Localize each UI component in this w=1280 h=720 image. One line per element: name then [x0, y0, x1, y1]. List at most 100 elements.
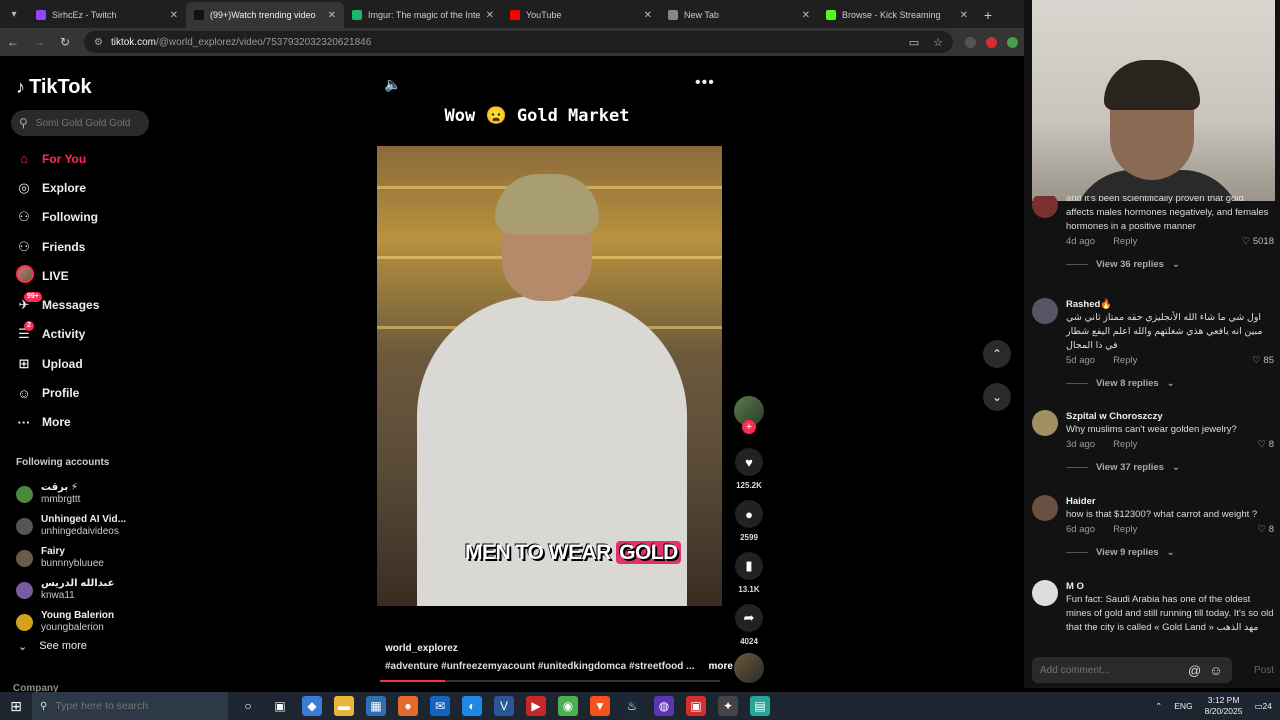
- extension-green-icon[interactable]: [1007, 36, 1018, 48]
- comment-like-button[interactable]: ♡ 8: [1258, 524, 1274, 535]
- share-button[interactable]: ➦ 4024: [733, 604, 765, 646]
- following-account[interactable]: Unhinged AI Vid... unhingedaivideos: [16, 510, 126, 542]
- taskbar-search[interactable]: ⚲: [32, 692, 228, 720]
- search-input[interactable]: [35, 117, 136, 129]
- brave-icon[interactable]: ▼: [590, 696, 610, 716]
- commenter-name[interactable]: Szpital w Choroszczy: [1066, 410, 1274, 423]
- see-more-button[interactable]: ⌄ See more: [18, 640, 87, 653]
- commenter-avatar[interactable]: [1032, 196, 1058, 218]
- more-options-icon[interactable]: •••: [695, 74, 715, 92]
- follow-plus-button[interactable]: +: [742, 420, 756, 434]
- obs-icon[interactable]: ◍: [654, 696, 674, 716]
- reply-button[interactable]: Reply: [1113, 236, 1137, 247]
- site-info-icon[interactable]: ⚙: [94, 37, 103, 48]
- next-video-button[interactable]: ⌄: [983, 383, 1011, 411]
- commenter-name[interactable]: Haider: [1066, 495, 1274, 508]
- reply-button[interactable]: Reply: [1113, 439, 1137, 450]
- music-disc-avatar[interactable]: [734, 653, 764, 683]
- previous-video-button[interactable]: ⌃: [983, 340, 1011, 368]
- browser-tab[interactable]: New Tab ✕: [660, 2, 818, 28]
- extension-icon[interactable]: [965, 36, 976, 48]
- windows-start-icon[interactable]: ⊞: [0, 692, 32, 720]
- sidebar-item-upload[interactable]: ⊞ Upload: [16, 349, 99, 378]
- tab-close-icon[interactable]: ✕: [170, 10, 178, 21]
- comment-like-button[interactable]: ♡ 8: [1258, 439, 1274, 450]
- comment-like-button[interactable]: ♡ 5018: [1242, 236, 1274, 247]
- file-explorer-icon[interactable]: ▬: [334, 696, 354, 716]
- video-player[interactable]: MEN TO WEAR GOLD: [377, 146, 722, 606]
- app-icon[interactable]: ✦: [718, 696, 738, 716]
- commenter-name[interactable]: Rashed🔥: [1066, 298, 1274, 311]
- reply-button[interactable]: Reply: [1113, 524, 1137, 535]
- cortana-icon[interactable]: ○: [238, 696, 258, 716]
- tab-close-icon[interactable]: ✕: [960, 10, 968, 21]
- description-more-button[interactable]: more: [709, 661, 733, 672]
- commenter-avatar[interactable]: [1032, 298, 1058, 324]
- new-tab-button[interactable]: +: [976, 2, 1000, 28]
- following-account[interactable]: Fairy bunnnybluuee: [16, 542, 126, 574]
- url-field[interactable]: ⚙ tiktok.com/@world_explorez/video/75379…: [84, 31, 953, 53]
- following-account[interactable]: Young Balerion youngbalerion: [16, 606, 126, 638]
- steam-icon[interactable]: ♨: [622, 696, 642, 716]
- reload-icon[interactable]: ↻: [58, 35, 72, 49]
- taskbar-search-input[interactable]: [55, 700, 176, 712]
- media-icon[interactable]: ▶: [526, 696, 546, 716]
- commenter-avatar[interactable]: [1032, 580, 1058, 606]
- browser-tab[interactable]: Browse - Kick Streaming ✕: [818, 2, 976, 28]
- browser-tab[interactable]: SirhcEz - Twitch ✕: [28, 2, 186, 28]
- sidebar-item-for-you[interactable]: ⌂ For You: [16, 144, 99, 173]
- view-replies-button[interactable]: View 37 replies ⌄: [1066, 462, 1274, 473]
- chrome-icon[interactable]: ◉: [558, 696, 578, 716]
- sidebar-item-following[interactable]: ⚇ Following: [16, 203, 99, 232]
- cast-icon[interactable]: ▭: [909, 36, 919, 49]
- commenter-avatar[interactable]: [1032, 495, 1058, 521]
- commenter-avatar[interactable]: [1032, 410, 1058, 436]
- task-view-icon[interactable]: ▣: [270, 696, 290, 716]
- sidebar-item-more[interactable]: ··· More: [16, 408, 99, 437]
- video-username[interactable]: world_explorez: [385, 643, 458, 654]
- tab-close-icon[interactable]: ✕: [802, 10, 810, 21]
- sidebar-item-messages[interactable]: ✈ 99+ Messages: [16, 290, 99, 319]
- comment-input-box[interactable]: @ ☺: [1032, 657, 1232, 683]
- comment-input[interactable]: [1040, 664, 1180, 676]
- comment-like-button[interactable]: ♡ 85: [1252, 355, 1274, 366]
- save-button[interactable]: ▮ 13.1K: [733, 552, 765, 594]
- view-replies-button[interactable]: View 36 replies ⌄: [1066, 259, 1274, 270]
- sidebar-item-friends[interactable]: ⚇ Friends: [16, 232, 99, 261]
- view-replies-button[interactable]: View 8 replies ⌄: [1066, 378, 1274, 389]
- following-account[interactable]: عبدالله الدريس knwa11: [16, 574, 126, 606]
- hashtags-text[interactable]: #adventure #unfreezemyacount #unitedking…: [385, 661, 695, 672]
- language-indicator[interactable]: ENG: [1174, 701, 1192, 711]
- extension-red-icon[interactable]: [986, 36, 997, 48]
- tray-chevron-icon[interactable]: ⌃: [1155, 701, 1162, 712]
- sidebar-item-live[interactable]: LIVE: [16, 261, 99, 290]
- outlook-icon[interactable]: ✉: [430, 696, 450, 716]
- browser-tab[interactable]: (99+)Watch trending video ✕: [186, 2, 344, 28]
- emoji-icon[interactable]: ☺: [1209, 663, 1222, 678]
- tiktok-logo[interactable]: ♪ TikTok: [16, 76, 92, 99]
- bookmark-star-icon[interactable]: ☆: [933, 36, 943, 49]
- video-progress-bar[interactable]: [380, 680, 720, 682]
- search-box[interactable]: ⚲: [11, 110, 149, 136]
- volume-icon[interactable]: 🔈: [384, 76, 401, 93]
- edge-icon[interactable]: ◐: [462, 696, 482, 716]
- sidebar-item-explore[interactable]: ◎ Explore: [16, 173, 99, 202]
- comment-button[interactable]: ● 2599: [733, 500, 765, 542]
- tab-close-icon[interactable]: ✕: [644, 10, 652, 21]
- mention-icon[interactable]: @: [1188, 663, 1201, 678]
- tab-close-icon[interactable]: ✕: [486, 10, 494, 21]
- tab-search-icon[interactable]: ▾: [0, 0, 28, 28]
- notepad-icon[interactable]: ▤: [750, 696, 770, 716]
- firefox-icon[interactable]: ●: [398, 696, 418, 716]
- tab-close-icon[interactable]: ✕: [328, 10, 336, 21]
- notifications-icon[interactable]: ▭24: [1255, 701, 1273, 712]
- like-button[interactable]: ♥ 125.2K: [733, 448, 765, 490]
- post-comment-button[interactable]: Post: [1254, 665, 1274, 676]
- sidebar-item-activity[interactable]: ☰ 2 Activity: [16, 320, 99, 349]
- visual-studio-icon[interactable]: V: [494, 696, 514, 716]
- copilot-icon[interactable]: ◆: [302, 696, 322, 716]
- browser-tab[interactable]: Imgur: The magic of the Interne ✕: [344, 2, 502, 28]
- clock[interactable]: 3:12 PM 8/20/2025: [1205, 695, 1243, 717]
- following-account[interactable]: برقت ⚡ mmbrgttt: [16, 478, 126, 510]
- commenter-name[interactable]: M O: [1066, 580, 1274, 593]
